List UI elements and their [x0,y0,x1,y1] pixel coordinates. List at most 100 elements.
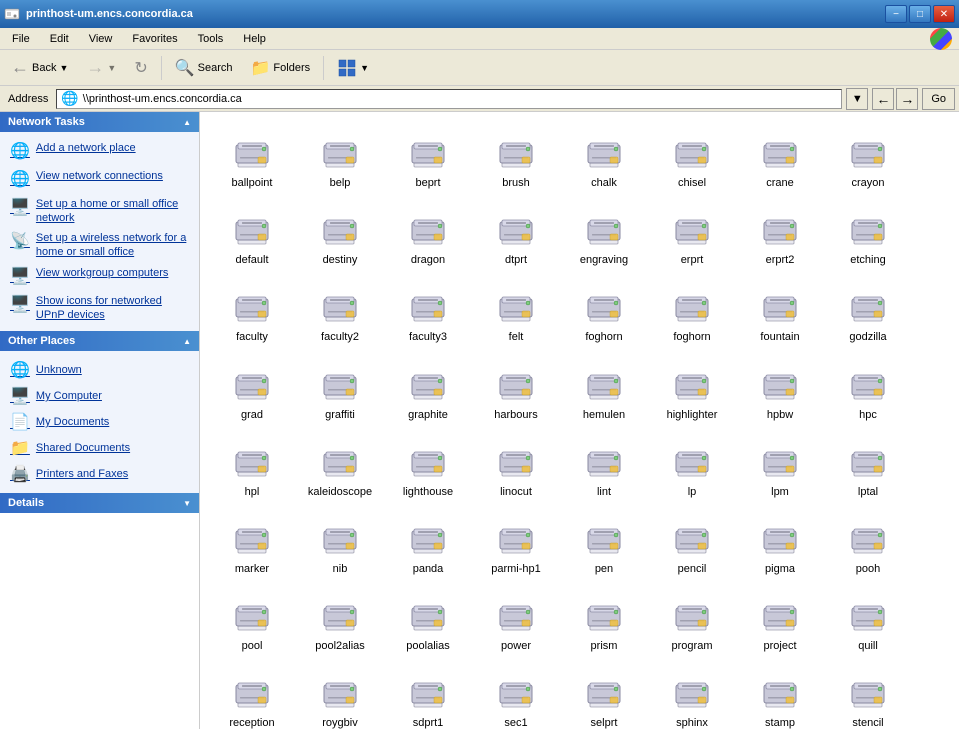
printer-item-sphinx[interactable]: sphinx [648,660,736,729]
folders-button[interactable]: 📁 Folders [244,55,318,81]
printer-item-lighthouse[interactable]: lighthouse [384,429,472,506]
printer-item-engraving[interactable]: engraving [560,197,648,274]
network-tasks-header[interactable]: Network Tasks [0,112,199,132]
shared-documents-link[interactable]: 📁 Shared Documents [8,435,191,461]
printer-item-dragon[interactable]: dragon [384,197,472,274]
printer-item-program[interactable]: program [648,583,736,660]
menu-help[interactable]: Help [235,31,274,47]
menu-file[interactable]: File [4,31,38,47]
setup-home-network-link[interactable]: 🖥️ Set up a home or small office network [8,194,191,229]
printer-item-sec1[interactable]: sec1 [472,660,560,729]
printer-item-godzilla[interactable]: godzilla [824,274,912,351]
printer-item-stamp[interactable]: stamp [736,660,824,729]
printer-item-highlighter[interactable]: highlighter [648,352,736,429]
forward-dropdown-icon[interactable]: ▼ [107,63,116,73]
show-upnp-link[interactable]: 🖥️ Show icons for networked UPnP devices [8,291,191,326]
add-network-place-link[interactable]: 🌐 Add a network place [8,138,191,166]
printer-item-crayon[interactable]: crayon [824,120,912,197]
printer-item-dtprt[interactable]: dtprt [472,197,560,274]
printer-item-panda[interactable]: panda [384,506,472,583]
my-computer-link[interactable]: 🖥️ My Computer [8,383,191,409]
forward-button[interactable]: → ▼ [79,54,123,81]
printer-item-hpl[interactable]: hpl [208,429,296,506]
printer-item-hpbw[interactable]: hpbw [736,352,824,429]
printer-item-grad[interactable]: grad [208,352,296,429]
printer-item-hemulen[interactable]: hemulen [560,352,648,429]
back-button[interactable]: ← Back ▼ [4,54,75,81]
printer-item-belp[interactable]: belp [296,120,384,197]
printer-item-etching[interactable]: etching [824,197,912,274]
printer-item-reception[interactable]: reception [208,660,296,729]
printer-item-quill[interactable]: quill [824,583,912,660]
my-documents-link[interactable]: 📄 My Documents [8,409,191,435]
printer-item-lptal[interactable]: lptal [824,429,912,506]
menu-tools[interactable]: Tools [190,31,232,47]
printer-item-lp[interactable]: lp [648,429,736,506]
printer-item-prism[interactable]: prism [560,583,648,660]
printer-item-fountain[interactable]: fountain [736,274,824,351]
address-forward-button[interactable]: → [896,88,918,110]
printer-item-default[interactable]: default [208,197,296,274]
address-value[interactable]: \\printhost-um.encs.concordia.ca [83,93,242,105]
printer-item-graffiti[interactable]: graffiti [296,352,384,429]
printer-item-faculty2[interactable]: faculty2 [296,274,384,351]
menu-view[interactable]: View [81,31,121,47]
printer-item-foghorn[interactable]: foghorn [648,274,736,351]
printer-item-pool2alias[interactable]: pool2alias [296,583,384,660]
printer-item-pooh[interactable]: pooh [824,506,912,583]
unknown-link[interactable]: 🌐 Unknown [8,357,191,383]
printer-item-harbours[interactable]: harbours [472,352,560,429]
view-network-connections-link[interactable]: 🌐 View network connections [8,166,191,194]
printer-item-pencil[interactable]: pencil [648,506,736,583]
printer-item-sdprt1[interactable]: sdprt1 [384,660,472,729]
setup-wireless-link[interactable]: 📡 Set up a wireless network for a home o… [8,228,191,263]
close-button[interactable]: ✕ [933,5,955,23]
printer-item-faculty3[interactable]: faculty3 [384,274,472,351]
maximize-button[interactable]: □ [909,5,931,23]
minimize-button[interactable]: − [885,5,907,23]
printer-item-pen[interactable]: pen [560,506,648,583]
printer-item-erprt2[interactable]: erprt2 [736,197,824,274]
printer-item-beprt[interactable]: beprt [384,120,472,197]
printer-item-lint[interactable]: lint [560,429,648,506]
printer-item-foghorn[interactable]: foghorn [560,274,648,351]
view-workgroup-link[interactable]: 🖥️ View workgroup computers [8,263,191,291]
printer-item-brush[interactable]: brush [472,120,560,197]
printer-item-ballpoint[interactable]: ballpoint [208,120,296,197]
printer-item-roygbiv[interactable]: roygbiv [296,660,384,729]
printer-item-parmi-hp1[interactable]: parmi-hp1 [472,506,560,583]
printer-item-selprt[interactable]: selprt [560,660,648,729]
window-controls[interactable]: − □ ✕ [885,5,955,23]
address-back-button[interactable]: ← [872,88,894,110]
printer-item-felt[interactable]: felt [472,274,560,351]
printer-item-graphite[interactable]: graphite [384,352,472,429]
details-header[interactable]: Details [0,493,199,513]
printer-item-marker[interactable]: marker [208,506,296,583]
address-dropdown-button[interactable]: ▼ [846,88,868,110]
search-button[interactable]: 🔍 Search [168,55,240,81]
views-dropdown-icon[interactable]: ▼ [360,63,369,73]
printer-item-stencil[interactable]: stencil [824,660,912,729]
printer-item-project[interactable]: project [736,583,824,660]
printer-item-faculty[interactable]: faculty [208,274,296,351]
printer-item-power[interactable]: power [472,583,560,660]
refresh-button[interactable]: ↻ [127,55,154,81]
back-dropdown-icon[interactable]: ▼ [59,63,68,73]
printer-item-chisel[interactable]: chisel [648,120,736,197]
menu-edit[interactable]: Edit [42,31,77,47]
printer-item-pool[interactable]: pool [208,583,296,660]
printer-item-kaleidoscope[interactable]: kaleidoscope [296,429,384,506]
printer-item-lpm[interactable]: lpm [736,429,824,506]
printer-item-destiny[interactable]: destiny [296,197,384,274]
printer-item-hpc[interactable]: hpc [824,352,912,429]
menu-favorites[interactable]: Favorites [124,31,185,47]
printer-item-erprt[interactable]: erprt [648,197,736,274]
printer-item-nib[interactable]: nib [296,506,384,583]
printers-faxes-link[interactable]: 🖨️ Printers and Faxes [8,461,191,487]
printer-item-pigma[interactable]: pigma [736,506,824,583]
printer-item-chalk[interactable]: chalk [560,120,648,197]
views-button[interactable]: ▼ [330,55,376,81]
printer-item-poolalias[interactable]: poolalias [384,583,472,660]
printer-item-crane[interactable]: crane [736,120,824,197]
printer-item-linocut[interactable]: linocut [472,429,560,506]
